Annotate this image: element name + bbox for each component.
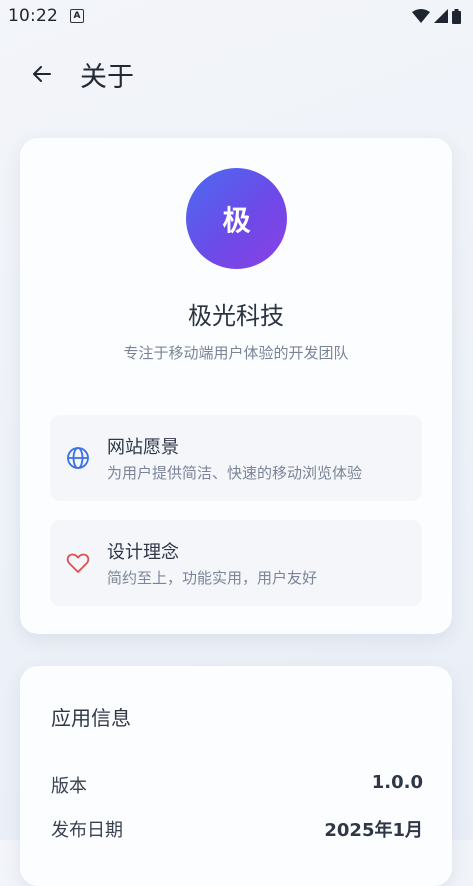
- app-info-title: 应用信息: [51, 706, 131, 730]
- company-logo: 极: [186, 168, 287, 269]
- info-row-version: 版本 1.0.0: [51, 772, 423, 798]
- app-info-card: 应用信息 版本 1.0.0 发布日期 2025年1月: [20, 666, 452, 886]
- status-right: [412, 8, 461, 24]
- info-label: 发布日期: [51, 820, 123, 841]
- feature-title: 网站愿景: [107, 437, 179, 458]
- app-bar: 关于: [0, 44, 473, 104]
- about-card: 极 极光科技 专注于移动端用户体验的开发团队 网站愿景 为用户提供简洁、快速的移…: [20, 138, 452, 634]
- feature-desc: 为用户提供简洁、快速的移动浏览体验: [107, 464, 363, 482]
- status-time: 10:22: [8, 6, 58, 26]
- arrow-left-icon: [33, 66, 51, 82]
- back-button[interactable]: [22, 54, 62, 94]
- heart-icon: [66, 553, 90, 573]
- status-bar: 10:22 A: [0, 0, 473, 32]
- info-value: 1.0.0: [371, 772, 423, 793]
- info-row-release-date: 发布日期 2025年1月: [51, 816, 423, 842]
- logo-text: 极: [222, 203, 251, 237]
- cell-signal-icon: [434, 9, 448, 23]
- feature-desc: 简约至上，功能实用，用户友好: [107, 569, 318, 587]
- globe-icon: [67, 447, 89, 469]
- feature-design: 设计理念 简约至上，功能实用，用户友好: [50, 520, 422, 606]
- company-name: 极光科技: [188, 302, 284, 330]
- status-left: 10:22 A: [8, 6, 84, 26]
- notification-a-icon: A: [70, 9, 84, 23]
- info-value: 2025年1月: [324, 820, 423, 841]
- page-title: 关于: [80, 61, 134, 93]
- feature-vision: 网站愿景 为用户提供简洁、快速的移动浏览体验: [50, 415, 422, 501]
- info-label: 版本: [51, 776, 87, 797]
- wifi-icon: [412, 9, 430, 23]
- feature-title: 设计理念: [107, 542, 179, 563]
- company-tagline: 专注于移动端用户体验的开发团队: [123, 344, 349, 362]
- battery-icon: [452, 8, 461, 24]
